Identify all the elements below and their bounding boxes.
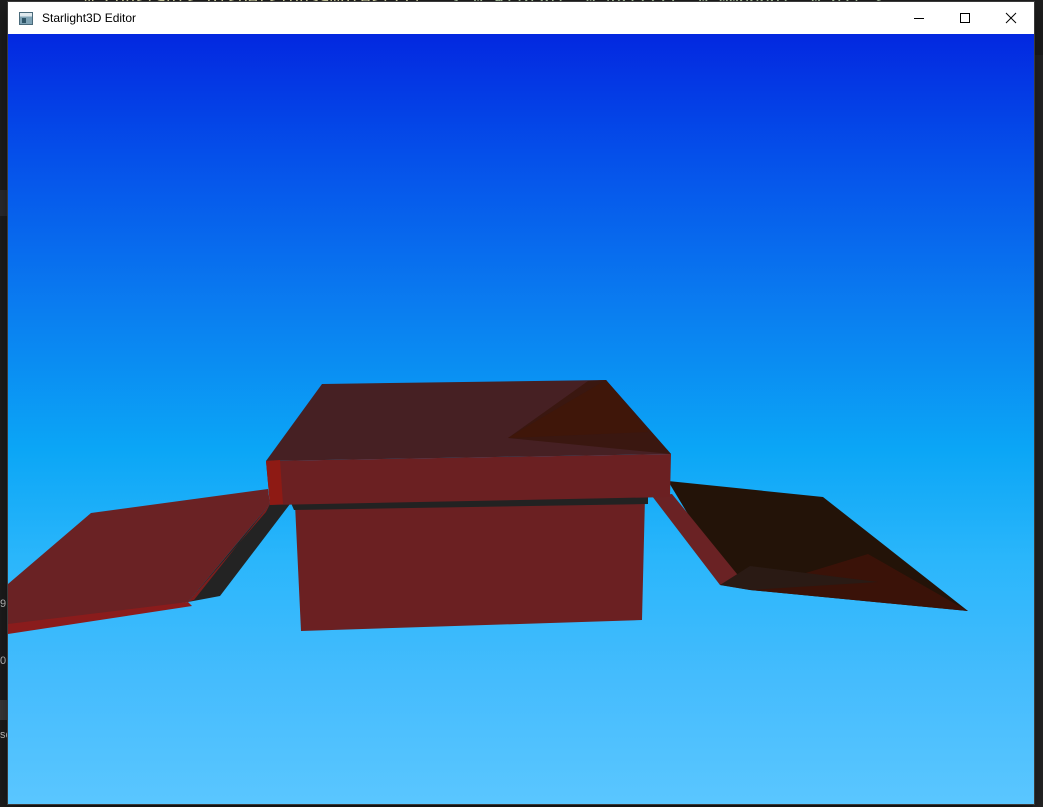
maximize-icon	[960, 13, 970, 23]
app-window-icon[interactable]	[19, 11, 33, 25]
window-title: Starlight3D Editor	[42, 11, 137, 25]
background-scrollbar	[1033, 55, 1043, 807]
app-window: Starlight3D Editor	[8, 2, 1034, 804]
title-bar[interactable]: Starlight3D Editor	[8, 2, 1034, 34]
caption-buttons	[896, 2, 1034, 34]
close-button[interactable]	[988, 2, 1034, 34]
3d-viewport[interactable]	[8, 34, 1034, 804]
background-gutter-mark: 0	[0, 655, 7, 667]
box-body	[295, 497, 645, 631]
scene-render	[8, 380, 968, 634]
close-icon	[1005, 12, 1017, 24]
minimize-icon	[914, 18, 924, 19]
background-gutter-mark: 9	[0, 598, 7, 610]
minimize-button[interactable]	[896, 2, 942, 34]
maximize-button[interactable]	[942, 2, 988, 34]
box-lid-front	[266, 454, 671, 505]
